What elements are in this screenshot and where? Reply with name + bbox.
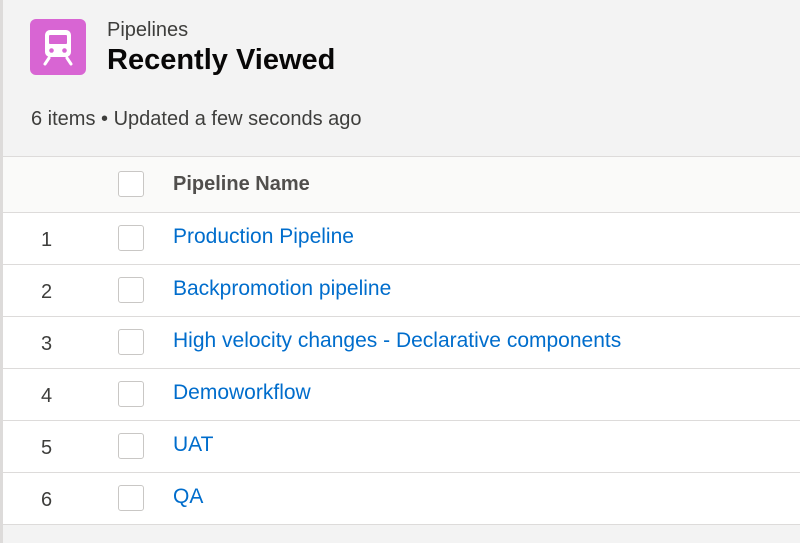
table-row: 1 Production Pipeline — [3, 213, 800, 265]
row-checkbox[interactable] — [118, 225, 144, 251]
row-checkbox[interactable] — [118, 277, 144, 303]
pipeline-name-link[interactable]: QA — [173, 473, 203, 524]
row-number: 1 — [41, 229, 53, 251]
list-header: Pipelines Recently Viewed 6 items • Upda… — [3, 0, 800, 156]
row-checkbox[interactable] — [118, 381, 144, 407]
column-header-pipeline-name[interactable]: Pipeline Name — [173, 157, 310, 212]
list-meta-info: 6 items • Updated a few seconds ago — [31, 108, 362, 130]
list-view-page: Pipelines Recently Viewed 6 items • Upda… — [0, 0, 800, 543]
row-number: 4 — [41, 385, 53, 407]
pipeline-name-link[interactable]: Demoworkflow — [173, 369, 311, 420]
list-view-title[interactable]: Recently Viewed — [107, 42, 335, 78]
row-number: 5 — [41, 437, 53, 459]
footer-strip — [3, 526, 800, 543]
table-row: 6 QA — [3, 473, 800, 525]
object-label: Pipelines — [107, 19, 189, 41]
row-checkbox[interactable] — [118, 433, 144, 459]
table-row: 5 UAT — [3, 421, 800, 473]
pipeline-name-link[interactable]: Production Pipeline — [173, 213, 354, 264]
row-number: 3 — [41, 333, 53, 355]
row-number: 2 — [41, 281, 53, 303]
pipelines-table: Pipeline Name 1 Production Pipeline 2 Ba… — [3, 156, 800, 525]
row-checkbox[interactable] — [118, 485, 144, 511]
table-row: 3 High velocity changes - Declarative co… — [3, 317, 800, 369]
table-row: 2 Backpromotion pipeline — [3, 265, 800, 317]
table-row: 4 Demoworkflow — [3, 369, 800, 421]
row-checkbox[interactable] — [118, 329, 144, 355]
pipeline-name-link[interactable]: UAT — [173, 421, 213, 472]
train-glyph — [43, 30, 73, 66]
pipeline-train-icon — [30, 19, 86, 75]
pipeline-name-link[interactable]: Backpromotion pipeline — [173, 265, 391, 316]
table-header-row: Pipeline Name — [3, 157, 800, 213]
row-number: 6 — [41, 489, 53, 511]
select-all-checkbox[interactable] — [118, 171, 144, 197]
pipeline-name-link[interactable]: High velocity changes - Declarative comp… — [173, 317, 621, 368]
